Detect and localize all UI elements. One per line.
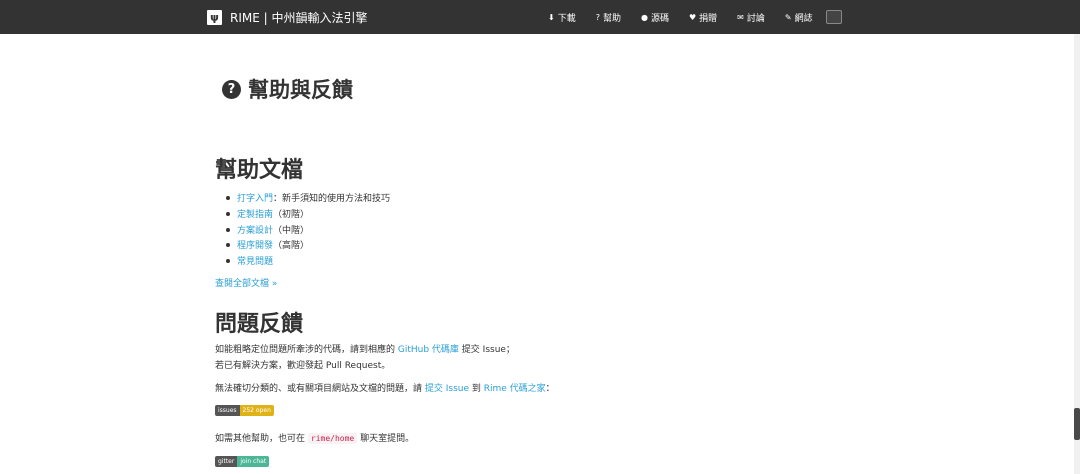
- top-navbar: ψ RIME | 中州韻輸入法引擎 ⬇ 下載 ? 幫助 ● 源碼 ♥ 捐贈 ✉ …: [0, 0, 1080, 34]
- nav-blog-label: 網誌: [794, 14, 813, 24]
- p2-text-c: ：: [545, 384, 555, 394]
- doc-link-beginner[interactable]: 打字入門: [237, 194, 273, 204]
- doc-note: （中階）: [273, 225, 310, 236]
- doc-link-customize[interactable]: 定製指南: [237, 210, 273, 220]
- p3-text-a: 如需其他幫助，也可在: [215, 434, 308, 444]
- p1-text-b: 提交 Issue；: [458, 345, 515, 355]
- question-circle-icon: ?: [595, 13, 600, 22]
- github-icon: ●: [640, 13, 648, 22]
- docs-list: 打字入門：新手須知的使用方法和技巧 定製指南（初階） 方案設計（中階） 程序開發…: [226, 191, 390, 270]
- nav-source[interactable]: ● 源碼: [641, 11, 669, 24]
- p1-line2: 若已有解決方案，歡迎發起 Pull Request。: [215, 360, 391, 371]
- p2-text-a: 無法確切分類的、或有關項目網站及文檔的問題，請: [215, 384, 425, 394]
- edit-icon: ✎: [784, 13, 792, 22]
- p2-text-b: 到: [469, 384, 484, 394]
- list-item: 定製指南（初階）: [226, 207, 390, 223]
- heart-icon: ♥: [688, 13, 697, 22]
- nav-help-label: 幫助: [602, 14, 621, 24]
- nav-discuss[interactable]: ✉ 討論: [737, 11, 765, 24]
- nav-blog[interactable]: ✎ 網誌: [785, 11, 813, 24]
- doc-link-develop[interactable]: 程序開發: [237, 241, 273, 251]
- gitter-badge-label: gitter: [215, 456, 238, 467]
- gitter-badge[interactable]: gitter join chat: [215, 456, 270, 467]
- p1-text-a: 如能粗略定位問題所牽涉的代碼，請到相應的: [215, 345, 398, 355]
- docs-heading: 幫助文檔: [215, 158, 304, 183]
- question-circle-icon: ?: [222, 79, 241, 99]
- doc-link-schema[interactable]: 方案設計: [237, 226, 273, 236]
- list-item: 打字入門：新手須知的使用方法和技巧: [226, 191, 390, 207]
- rime-logo-icon: ψ: [207, 10, 222, 25]
- rime-home-link[interactable]: Rime 代碼之家: [484, 384, 546, 394]
- github-repo-link[interactable]: GitHub 代碼庫: [398, 345, 459, 355]
- list-item: 程序開發（高階）: [226, 238, 390, 254]
- chat-room-code: rime/home: [307, 433, 358, 444]
- menu-toggle-button[interactable]: [825, 10, 842, 24]
- page-title: 幫助與反饋: [248, 78, 353, 102]
- issues-badge-label: issues: [215, 405, 240, 416]
- feedback-paragraph-chat: 如需其他幫助，也可在 rime/home 聊天室提問。: [215, 431, 414, 448]
- nav-donate-label: 捐贈: [699, 14, 718, 24]
- nav-discuss-label: 討論: [746, 14, 765, 24]
- nav-source-label: 源碼: [650, 14, 669, 24]
- page-header: ? 幫助與反饋: [222, 74, 353, 104]
- feedback-heading: 問題反饋: [215, 312, 304, 337]
- list-item: 方案設計（中階）: [226, 223, 390, 239]
- scrollbar-thumb[interactable]: [1074, 408, 1080, 440]
- doc-note: （高階）: [273, 241, 310, 252]
- nav-donate[interactable]: ♥ 捐贈: [689, 11, 717, 24]
- doc-note: ：新手須知的使用方法和技巧: [273, 194, 391, 204]
- nav-help[interactable]: ? 幫助: [596, 11, 621, 24]
- issues-badge-count: 252 open: [239, 405, 274, 416]
- comments-icon: ✉: [737, 13, 744, 22]
- all-docs-link[interactable]: 查閱全部文檔 »: [215, 276, 277, 289]
- download-icon: ⬇: [548, 13, 555, 22]
- issues-badge[interactable]: issues 252 open: [215, 405, 274, 416]
- nav-menu: ⬇ 下載 ? 幫助 ● 源碼 ♥ 捐贈 ✉ 討論 ✎ 網誌: [548, 10, 842, 24]
- submit-issue-link[interactable]: 提交 Issue: [425, 384, 469, 394]
- nav-download[interactable]: ⬇ 下載: [548, 11, 576, 24]
- feedback-paragraph-general: 無法確切分類的、或有關項目網站及文檔的問題，請 提交 Issue 到 Rime …: [215, 382, 555, 398]
- nav-download-label: 下載: [557, 14, 576, 24]
- brand-link[interactable]: ψ RIME | 中州韻輸入法引擎: [207, 9, 368, 26]
- doc-note: （初階）: [273, 209, 310, 220]
- doc-link-faq[interactable]: 常見問題: [237, 257, 273, 267]
- list-item: 常見問題: [226, 254, 390, 270]
- gitter-badge-action: join chat: [237, 456, 270, 467]
- feedback-paragraph-code: 如能粗略定位問題所牽涉的代碼，請到相應的 GitHub 代碼庫 提交 Issue…: [215, 343, 515, 374]
- brand-title: RIME | 中州韻輸入法引擎: [230, 11, 368, 25]
- p3-text-b: 聊天室提問。: [357, 434, 415, 444]
